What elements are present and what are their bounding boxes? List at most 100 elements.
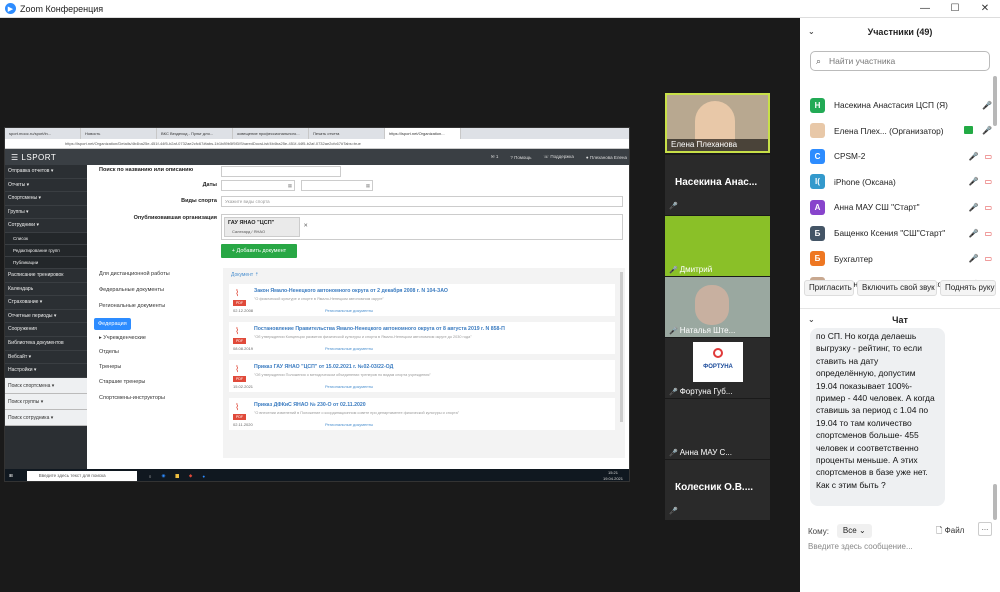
mic-muted-icon[interactable]: 🎤 (982, 101, 992, 110)
browser-tab[interactable]: Новость (81, 128, 157, 139)
doc-scrollbar[interactable] (620, 272, 623, 422)
document-row[interactable]: ⌇ PDF Закон Ямало-Ненецкого автономного ок… (229, 284, 615, 316)
folder-icon[interactable]: ▆ (175, 473, 178, 479)
category-item[interactable]: Отделы (99, 349, 119, 355)
category-item-active[interactable]: Федерация (94, 318, 131, 330)
mic-muted-icon[interactable]: 🎤 (968, 177, 978, 186)
windows-start-icon[interactable]: ⊞ (9, 473, 13, 479)
video-thumbnail[interactable]: Насекина Анас... 🎤 (665, 155, 770, 215)
sidebar-item[interactable]: Редактирование групп (5, 244, 87, 257)
invite-button[interactable]: Пригласить (804, 280, 854, 296)
chevron-down-icon[interactable]: ⌄ (808, 309, 815, 331)
participant-row[interactable]: Б Бащенко Ксения "СШ"Старт" 🎤 ▭ (810, 222, 992, 244)
recipient-select[interactable]: Все ⌄ (836, 524, 872, 538)
video-off-icon[interactable]: ▭ (984, 229, 992, 238)
mic-icon[interactable]: 🎤 (982, 126, 992, 135)
document-title[interactable]: Приказ ДФКиС ЯНАО № 230-О от 02.11.2020 (254, 402, 366, 408)
document-column-header[interactable]: Документ ⇡ (231, 272, 259, 278)
sidebar-item[interactable]: Отправка отчетов ▾ (5, 165, 87, 179)
participant-row[interactable]: Елена Плех... (Организатор) 🎤 (810, 120, 992, 142)
category-item[interactable]: Тренеры (99, 364, 121, 370)
mic-muted-icon[interactable]: 🎤 (968, 152, 978, 161)
raise-hand-button[interactable]: Поднять руку (940, 280, 996, 296)
document-type[interactable]: Региональные документы (325, 346, 373, 351)
sidebar-item[interactable]: Отчетные периоды ▾ (5, 310, 87, 324)
document-row[interactable]: ⌇ PDF Постановление Правительства Ямало-Не… (229, 322, 615, 354)
document-row[interactable]: ⌇ PDF Приказ ГАУ ЯНАО "ЦСП" от 15.02.2021 … (229, 360, 615, 392)
sidebar-item[interactable]: Вебсайт ▾ (5, 351, 87, 365)
chat-scrollbar[interactable] (993, 484, 997, 520)
mail-count[interactable]: ✉ 1 (491, 154, 499, 160)
org-tag[interactable]: ГАУ ЯНАО "ЦСП" Салехард / ЯНАО ✕ (224, 217, 308, 237)
video-off-icon[interactable]: ▭ (984, 177, 992, 186)
video-thumbnail[interactable]: 🎤 Анна МАУ С... (665, 399, 770, 459)
sidebar-item[interactable]: Страхование ▾ (5, 296, 87, 310)
user-menu[interactable]: ● Плеханова Елена (586, 155, 627, 160)
sidebar-item[interactable]: Отчеты ▾ (5, 179, 87, 193)
sidebar-item[interactable]: Публикации (5, 256, 87, 269)
document-type[interactable]: Региональные документы (325, 422, 373, 427)
participant-row[interactable]: C CPSM-2 🎤 ▭ (810, 145, 992, 167)
sidebar-item[interactable]: Календарь (5, 283, 87, 297)
sidebar-item[interactable]: Настройки ▾ (5, 364, 87, 378)
sidebar-item[interactable]: Сооружения (5, 323, 87, 337)
document-title[interactable]: Закон Ямало-Ненецкого автономного округа… (254, 288, 448, 294)
browser-tab[interactable]: освещение профессионального... (233, 128, 309, 139)
sidebar-item[interactable]: Спортсмены ▾ (5, 192, 87, 206)
support-link[interactable]: ☏ Поддержка (543, 154, 573, 160)
close-button[interactable]: ✕ (970, 0, 1000, 18)
participant-row[interactable]: Н Насекина Анастасия ЦСП (Я) 🎤 (810, 94, 992, 116)
video-thumbnail[interactable]: Колесник О.В.... 🎤 (665, 460, 770, 520)
participants-scrollbar[interactable] (993, 76, 997, 126)
participant-row[interactable]: А Анна МАУ СШ "Старт" 🎤 ▭ (810, 196, 992, 218)
sidebar-item[interactable]: Сотрудники ▾ (5, 219, 87, 233)
video-thumbnail[interactable]: 🎤 Наталья Штe... (665, 277, 770, 337)
browser-tab[interactable]: sport.mooc.ru/sport/in... (5, 128, 81, 139)
document-title[interactable]: Приказ ГАУ ЯНАО "ЦСП" от 15.02.2021 г. №… (254, 364, 393, 370)
unmute-self-button[interactable]: Включить свой звук (857, 280, 937, 296)
video-off-icon[interactable]: ▭ (984, 203, 992, 212)
sidebar-search-item[interactable]: Поиск спортсмена ▾ (5, 377, 87, 394)
category-item[interactable]: ▸ Учрежденческие (99, 335, 146, 341)
document-title[interactable]: Постановление Правительства Ямало-Ненецк… (254, 326, 505, 332)
add-document-button[interactable]: + Добавить документ (221, 244, 297, 258)
search-input[interactable] (221, 166, 341, 177)
document-row[interactable]: ⌇ PDF Приказ ДФКиС ЯНАО № 230-О от 02.11.2… (229, 398, 615, 430)
chat-input[interactable]: Введите здесь сообщение... (808, 542, 993, 556)
org-select[interactable]: ГАУ ЯНАО "ЦСП" Салехард / ЯНАО ✕ (221, 214, 623, 240)
mic-muted-icon[interactable]: 🎤 (968, 203, 978, 212)
participant-row[interactable]: I(iPhone (Оксана) 🎤 ▭ (810, 171, 992, 193)
category-item[interactable]: Старшие тренеры (99, 379, 145, 385)
mic-muted-icon[interactable]: 🎤 (968, 254, 978, 263)
date-to-input[interactable]: ▦ (301, 180, 373, 191)
video-thumbnail[interactable]: ФОРТУНА 🎤 Фортуна Губ... (665, 338, 770, 398)
participant-row[interactable]: Б Бухгалтер 🎤 ▭ (810, 248, 992, 270)
more-options-button[interactable]: ... (978, 522, 992, 536)
camera-on-icon[interactable] (964, 126, 974, 135)
category-item[interactable]: Региональные документы (99, 303, 165, 309)
video-thumbnail[interactable]: Елена Плеханова (665, 93, 770, 153)
browser-tab-active[interactable]: https://lsport.net/Organization... (385, 128, 461, 139)
mic-muted-icon[interactable]: 🎤 (968, 229, 978, 238)
sidebar-item[interactable]: Группы ▾ (5, 206, 87, 220)
sidebar-item[interactable]: Список (5, 232, 87, 245)
remove-tag-icon[interactable]: ✕ (303, 221, 308, 231)
video-thumbnail[interactable]: 🎤 Дмитрий (665, 216, 770, 276)
browser-tab[interactable]: Печать отчета (309, 128, 385, 139)
app-icon[interactable]: ◆ (189, 473, 192, 479)
sidebar-item[interactable]: Расписание тренировок (5, 269, 87, 283)
sidebar-search-item[interactable]: Поиск сотрудника ▾ (5, 409, 87, 426)
sports-input[interactable]: Укажите виды спорта (221, 196, 623, 207)
video-off-icon[interactable]: ▭ (984, 254, 992, 263)
taskbar-search[interactable]: Введите здесь текст для поиска (26, 471, 137, 481)
document-type[interactable]: Региональные документы (325, 384, 373, 389)
edge-icon[interactable]: ◉ (162, 473, 166, 479)
category-item[interactable]: Федеральные документы (99, 287, 164, 293)
minimize-button[interactable]: — (910, 0, 940, 18)
chevron-down-icon[interactable]: ⌄ (808, 18, 815, 46)
participant-search-input[interactable]: ⌕ Найти участника (810, 51, 990, 71)
file-button[interactable]: 🗋 Файл (936, 524, 964, 538)
help-link[interactable]: ? Помощь (510, 155, 531, 160)
shared-screen[interactable]: sport.mooc.ru/sport/in... Новость ВКС Ве… (4, 127, 630, 482)
address-bar[interactable]: https://lsport.net/Organization/Details/… (5, 139, 629, 149)
